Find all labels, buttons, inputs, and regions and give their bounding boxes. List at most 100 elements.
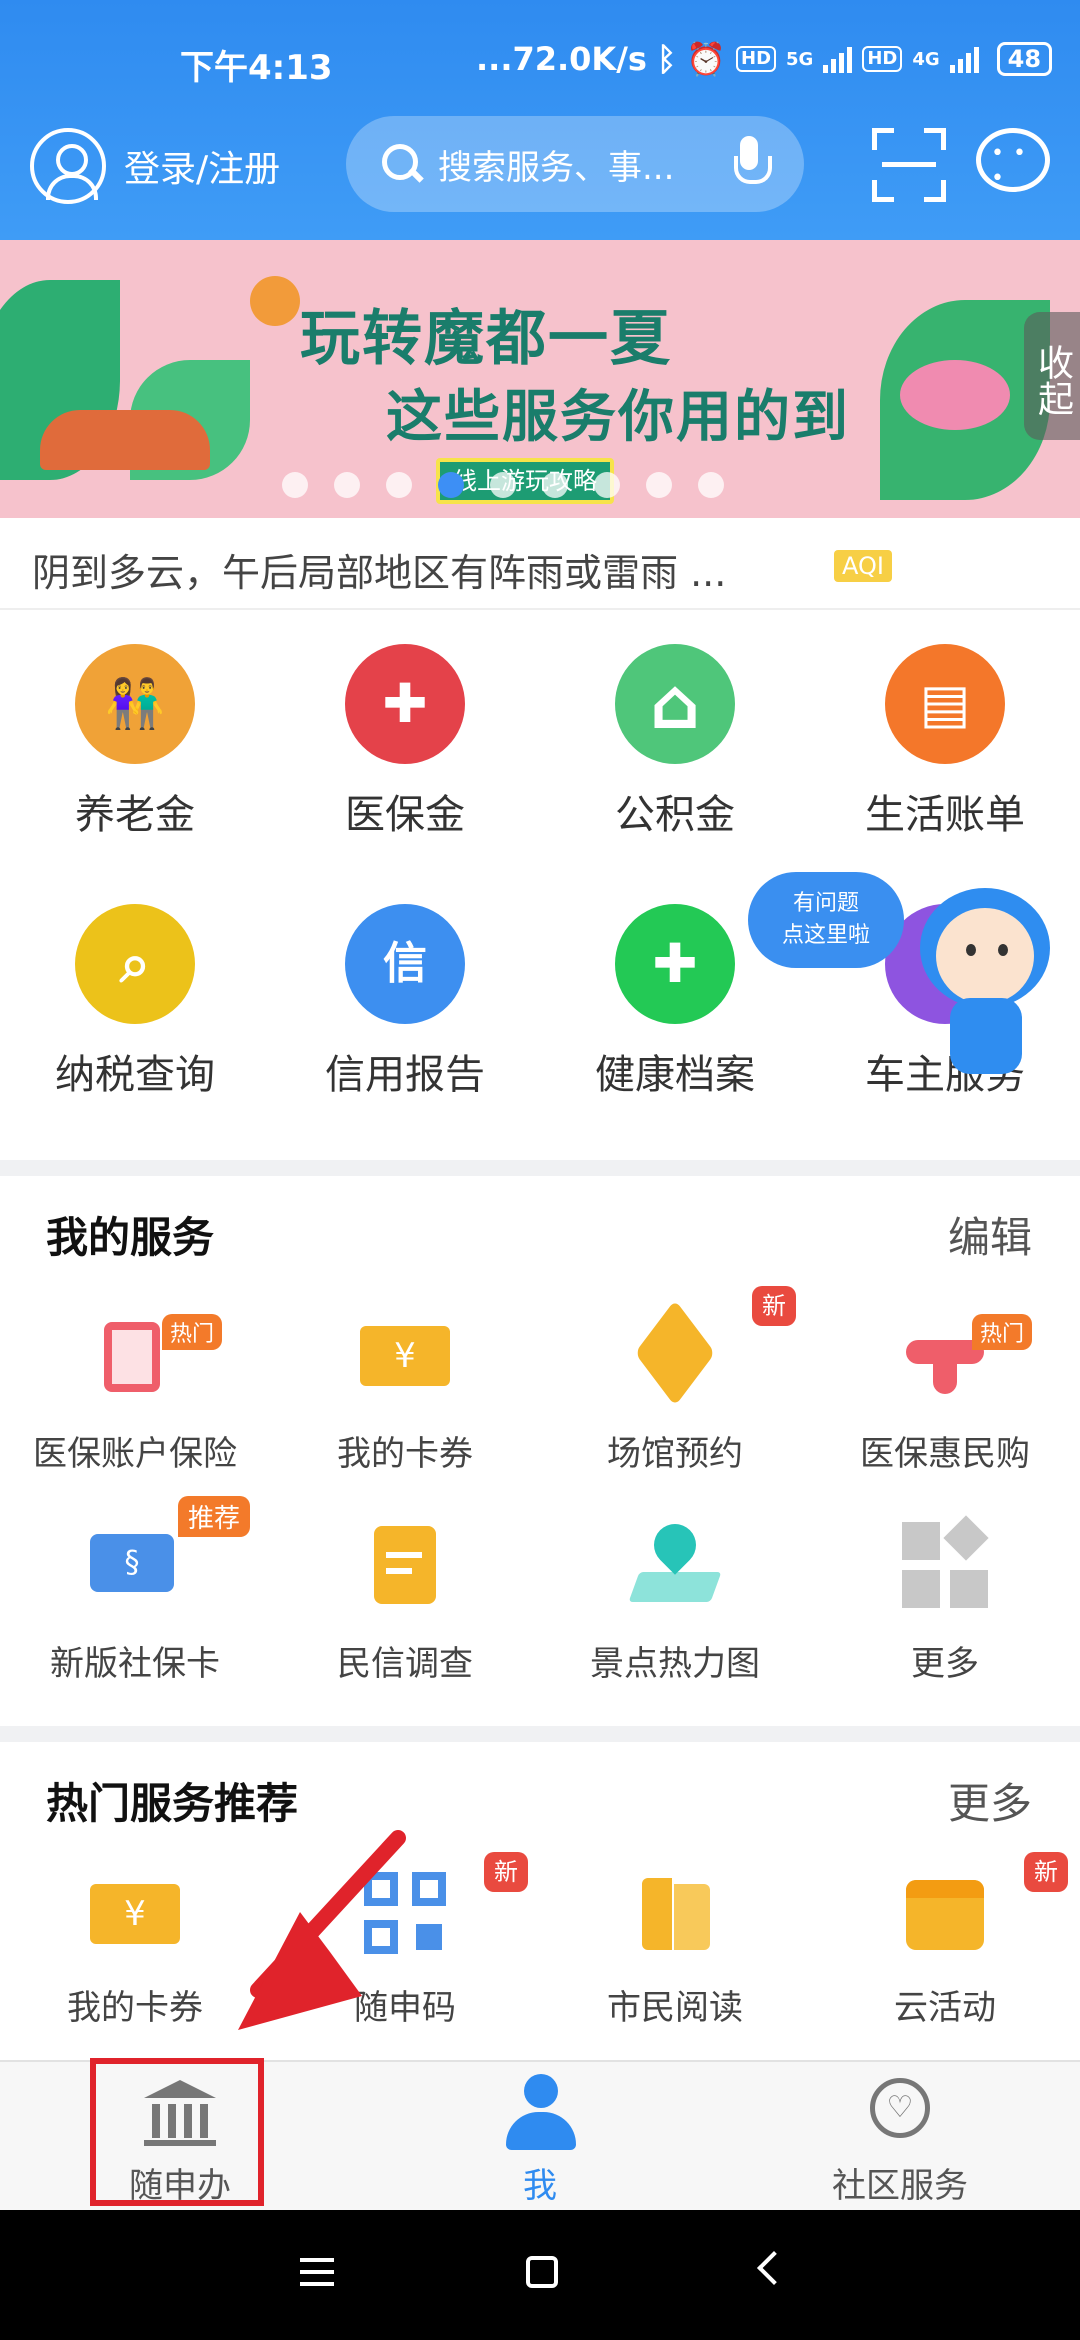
banner-title-line2: 这些服务你用的到 (386, 385, 850, 450)
weather-bar[interactable]: 阴到多云，午后局部地区有阵雨或雷雨 ... AQI (0, 518, 1080, 610)
hd-icon: HD (862, 46, 903, 72)
medical-cross-icon: ✚ (345, 644, 465, 764)
quick-service-medical-insurance[interactable]: ✚ 医保金 (270, 644, 540, 840)
edit-services-button[interactable]: 编辑 (948, 1204, 1032, 1265)
service-label: 民信调查 (337, 1644, 473, 1684)
service-social-security-card[interactable]: § 推荐 新版社保卡 (0, 1496, 270, 1685)
message-icon[interactable] (976, 128, 1050, 192)
assistant-mascot-icon[interactable] (914, 888, 1054, 1078)
venue-box-icon (630, 1299, 720, 1407)
assistant-bubble-line2: 点这里啦 (781, 923, 870, 948)
quick-service-bills[interactable]: ▤ 生活账单 (810, 644, 1080, 840)
credit-icon: 信 (345, 904, 465, 1024)
section-divider (0, 1160, 1080, 1176)
search-icon (382, 144, 422, 184)
signal-5g-label: 5G (786, 48, 814, 70)
coupon-icon: ¥ (90, 1868, 180, 1958)
elderly-icon: 👫 (75, 644, 195, 764)
survey-clipboard-icon (360, 1520, 450, 1610)
service-label: 新版社保卡 (50, 1644, 220, 1684)
bluetooth-icon: ᛒ (656, 40, 677, 78)
nav-tab-me[interactable]: 我 (420, 2062, 660, 2212)
user-avatar-icon (30, 128, 106, 204)
pagination-dot (386, 472, 412, 498)
hot-service-suishen-code[interactable]: 新 随申码 (270, 1852, 540, 2029)
service-attraction-heatmap[interactable]: 景点热力图 (540, 1515, 810, 1685)
new-tag: 新 (484, 1852, 528, 1892)
promo-banner[interactable]: 玩转魔都一夏 这些服务你用的到 线上游玩攻略 收起 (0, 240, 1080, 518)
quick-service-label: 医保金 (345, 792, 465, 838)
hd-icon: HD (736, 46, 777, 72)
hot-tag: 热门 (972, 1314, 1033, 1350)
battery-icon: 48 (996, 42, 1053, 76)
service-venue-booking[interactable]: 新 场馆预约 (540, 1286, 810, 1475)
pagination-dot (334, 472, 360, 498)
community-heart-icon: ♡ (870, 2078, 930, 2138)
quick-service-label: 养老金 (75, 792, 195, 838)
calendar-icon (900, 1868, 990, 1958)
social-card-icon: § (90, 1520, 180, 1610)
qr-code-icon (360, 1868, 450, 1958)
hot-service-my-coupons[interactable]: ¥ 我的卡券 (0, 1868, 270, 2029)
system-navigation-bar (0, 2210, 1080, 2340)
quick-service-label: 信用报告 (325, 1052, 485, 1098)
menu-icon[interactable] (300, 2258, 334, 2294)
banner-pig-decoration (900, 360, 1010, 430)
alarm-icon: ⏰ (686, 40, 726, 78)
pagination-dot (490, 472, 516, 498)
service-label: 我的卡券 (67, 1988, 203, 2028)
network-speed: ...72.0K/s (476, 40, 647, 78)
quick-service-housing-fund[interactable]: ⌂ 公积金 (540, 644, 810, 840)
signal-4g-label: 4G (912, 48, 940, 70)
collapse-banner-button[interactable]: 收起 (1024, 312, 1080, 440)
pagination-dot (282, 472, 308, 498)
login-button[interactable]: 登录/注册 (30, 128, 280, 204)
service-my-coupons[interactable]: ¥ 我的卡券 (270, 1310, 540, 1475)
highlight-box (90, 2058, 264, 2206)
quick-service-tax[interactable]: ⌕ 纳税查询 (0, 904, 270, 1100)
service-medical-shopping[interactable]: 热门 医保惠民购 (810, 1310, 1080, 1475)
quick-service-label: 纳税查询 (55, 1052, 215, 1098)
home-icon[interactable] (526, 2256, 558, 2288)
hot-service-citizen-reading[interactable]: 市民阅读 (540, 1868, 810, 2029)
back-icon[interactable] (757, 2251, 791, 2285)
nav-tab-community[interactable]: ♡ 社区服务 (780, 2062, 1020, 2212)
tax-search-icon: ⌕ (75, 904, 195, 1024)
service-label: 我的卡券 (337, 1434, 473, 1474)
scan-icon[interactable] (872, 128, 946, 202)
more-hot-services-button[interactable]: 更多 (948, 1770, 1032, 1831)
map-pin-icon (628, 1515, 722, 1610)
quick-service-label: 健康档案 (595, 1052, 755, 1098)
quick-service-credit[interactable]: 信 信用报告 (270, 904, 540, 1100)
status-bar: 下午4:13 ...72.0K/s ᛒ ⏰ HD 5G HD 4G 48 (0, 30, 1080, 90)
search-input[interactable]: 搜索服务、事... (346, 116, 804, 212)
assistant-help-bubble[interactable]: 有问题 点这里啦 (748, 872, 904, 968)
pagination-dot (542, 472, 568, 498)
weather-text: 阴到多云，午后局部地区有阵雨或雷雨 ... (32, 551, 727, 595)
signal-icon (823, 45, 853, 73)
service-label: 医保惠民购 (860, 1434, 1030, 1474)
service-label: 云活动 (894, 1988, 996, 2028)
quick-service-label: 公积金 (615, 792, 735, 838)
bill-icon: ▤ (885, 644, 1005, 764)
person-icon (506, 2074, 576, 2150)
assistant-bubble-line1: 有问题 (792, 891, 859, 916)
recommend-tag: 推荐 (178, 1496, 251, 1537)
quick-service-pension[interactable]: 👫 养老金 (0, 644, 270, 840)
banner-balloon-decoration (250, 276, 300, 326)
health-record-icon: ✚ (615, 904, 735, 1024)
coupon-icon: ¥ (360, 1310, 450, 1400)
new-tag: 新 (1024, 1852, 1068, 1892)
hot-service-cloud-activity[interactable]: 新 云活动 (810, 1852, 1080, 2029)
microphone-icon[interactable] (734, 136, 772, 194)
hot-tag: 热门 (162, 1314, 223, 1350)
service-medical-account-insurance[interactable]: 热门 医保账户保险 (0, 1310, 270, 1475)
service-label: 市民阅读 (607, 1988, 743, 2028)
status-time: 下午4:13 (180, 48, 333, 88)
service-public-survey[interactable]: 民信调查 (270, 1520, 540, 1685)
service-more[interactable]: 更多 (810, 1515, 1080, 1685)
service-label: 场馆预约 (607, 1434, 743, 1474)
pagination-dot (594, 472, 620, 498)
signal-icon (949, 45, 979, 73)
hot-services-title: 热门服务推荐 (46, 1779, 299, 1828)
